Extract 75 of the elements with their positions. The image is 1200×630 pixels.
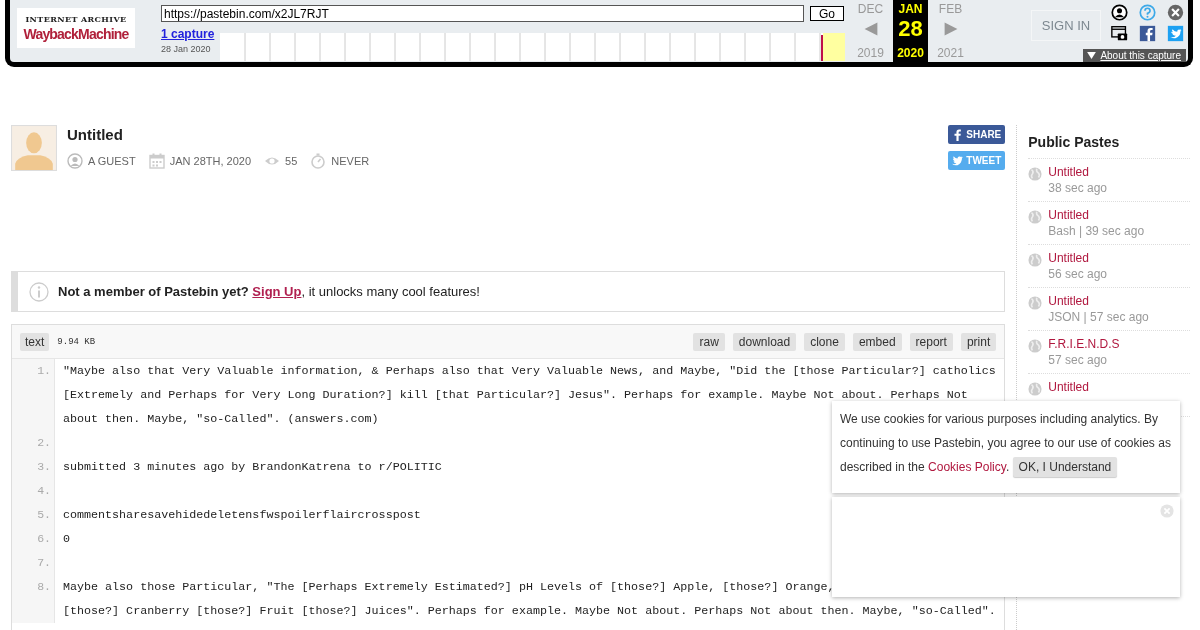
next-arrow-icon[interactable]: [942, 21, 959, 37]
paste-link[interactable]: Untitled: [1048, 294, 1149, 308]
code-line: [those?] Cranberry [those?] Fruit [those?] Juices". Perhaps for example. Maybe Not about. Perhaps Not about then. Maybe, "so-Called".: [63, 603, 996, 620]
month-column[interactable]: JAN 28 2020: [893, 0, 928, 62]
paste-title: Untitled: [67, 126, 124, 143]
code-line: commentsharesavehidedeletensfwspoilerflaircrosspost: [63, 507, 421, 524]
format-tag[interactable]: text: [20, 332, 50, 351]
paste-action-button[interactable]: print: [960, 332, 997, 351]
paste-action-button[interactable]: report: [909, 332, 953, 351]
user-icon: [67, 153, 83, 169]
line-number: 5.: [37, 507, 51, 523]
captures-link[interactable]: 1 capture: [161, 27, 220, 41]
paste-date: JAN 28TH, 2020: [169, 155, 251, 167]
globe-icon: [1028, 210, 1043, 224]
paste-meta: JSON | 57 sec ago: [1048, 310, 1149, 324]
globe-icon: [1028, 339, 1043, 353]
view-count: 55: [285, 155, 298, 167]
info-icon: [29, 281, 49, 302]
go-button[interactable]: Go: [810, 6, 844, 21]
paste-meta: 57 sec ago: [1048, 353, 1108, 367]
about-capture-button[interactable]: About this capture: [1083, 49, 1186, 62]
line-number: 4.: [37, 483, 51, 499]
close-icon[interactable]: [1167, 4, 1184, 21]
facebook-icon[interactable]: [1139, 25, 1156, 42]
stopwatch-icon: [310, 153, 327, 169]
code-line: Maybe also those Particular, "The [Perhaps Extremely Estimated?] pH Levels of [those?] Apple, [those?] Orange,: [63, 579, 835, 596]
paste-action-button[interactable]: raw: [693, 332, 725, 351]
guest-avatar-icon: [11, 125, 57, 171]
code-line: submitted 3 minutes ago by BrandonKatrena to r/POLITIC: [63, 459, 442, 476]
paste-size: 9.94 KB: [57, 336, 96, 347]
paste-author: A GUEST: [88, 155, 136, 167]
code-line: 0: [63, 531, 70, 548]
paste-link[interactable]: F.R.I.E.N.D.S: [1048, 337, 1120, 351]
paste-link[interactable]: Untitled: [1048, 251, 1107, 265]
expiry: NEVER: [331, 155, 370, 167]
capture-date: 28 Jan 2020: [161, 44, 212, 54]
paste-link[interactable]: Untitled: [1048, 208, 1145, 222]
caret-icon: [1087, 52, 1097, 59]
wayback-logo[interactable]: INTERNET ARCHIVE WaybackMachine: [17, 8, 135, 48]
line-number: 6.: [37, 531, 51, 547]
line-number: 8.: [37, 579, 51, 595]
paste-action-button[interactable]: embed: [852, 332, 902, 351]
globe-icon: [1028, 382, 1043, 396]
globe-icon: [1028, 296, 1043, 310]
paste-link[interactable]: Untitled: [1048, 380, 1089, 394]
user-icon[interactable]: [1111, 4, 1128, 21]
line-number: 2.: [37, 435, 51, 451]
twitter-icon[interactable]: [1167, 25, 1184, 42]
code-line: [Extremely and Perhaps for Very Long Duration?] kill [that Particular?] Jesus". Perhaps for example. Maybe Not about. Perhaps Not: [63, 387, 968, 404]
line-number: 3.: [37, 459, 51, 475]
logo-caption: INTERNET ARCHIVE: [25, 14, 127, 24]
globe-icon: [1028, 253, 1043, 267]
paste-action-button[interactable]: download: [732, 332, 797, 351]
paste-link[interactable]: Untitled: [1048, 165, 1107, 179]
line-number: 1.: [37, 363, 51, 379]
paste-meta: 38 sec ago: [1048, 181, 1107, 195]
globe-icon: [1028, 167, 1043, 181]
code-line: "Maybe also that Very Valuable information, & Perhaps also that Very Valuable News, and Maybe, "Did the [those Particular?] catholics: [63, 363, 996, 380]
accept-button[interactable]: OK, I Understand: [1012, 457, 1118, 477]
cookies-policy-link[interactable]: Cookies Policy: [928, 460, 1006, 474]
logo-wordmark: WaybackMachine: [23, 26, 129, 42]
cookie-message: We use cookies for various purposes including analytics. By continuing to use Pastebin, you agree to our use of cookies as described in the Cookies Policy. OK, I Understand: [840, 407, 1172, 479]
line-number: 7.: [37, 555, 51, 571]
paste-meta: Bash | 39 sec ago: [1048, 224, 1145, 238]
bird-icon: [952, 154, 964, 167]
paste-meta: 56 sec ago: [1048, 267, 1107, 281]
signup-notice: Not a member of Pastebin yet? Sign Up, it unlocks many cool features!: [58, 284, 480, 299]
sidebar-title: Public Pastes: [1028, 134, 1190, 159]
url-field[interactable]: https://pastebin.com/x2JL7RJT: [161, 5, 804, 22]
paste-action-button[interactable]: clone: [804, 332, 845, 351]
facebook-icon: [952, 128, 964, 141]
code-line: about then. Maybe, "so-Called". (answers.com): [63, 411, 379, 428]
calendar-icon: [148, 153, 165, 169]
screenshot-icon[interactable]: [1111, 25, 1128, 42]
share-button[interactable]: SHARE: [948, 125, 1006, 144]
